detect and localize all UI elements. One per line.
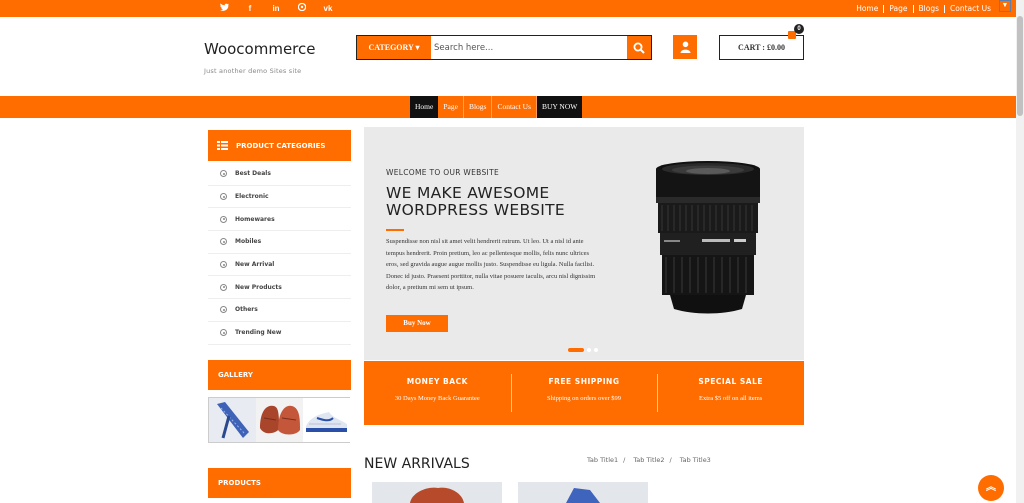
gallery-header: GALLERY bbox=[208, 360, 351, 390]
tab-separator: / bbox=[623, 456, 626, 464]
radio-icon bbox=[220, 238, 227, 246]
pinterest-icon[interactable] bbox=[296, 2, 308, 14]
category-item-homewares[interactable]: Homewares bbox=[208, 208, 351, 232]
feature-subtitle: 30 Days Money Back Guarantee bbox=[394, 395, 480, 402]
radio-icon bbox=[220, 306, 227, 314]
scrollbar-thumb[interactable] bbox=[1017, 16, 1023, 116]
account-button[interactable] bbox=[673, 35, 697, 59]
user-icon bbox=[680, 41, 690, 53]
feature-title: FREE SHIPPING bbox=[548, 377, 620, 386]
toplink-blogs[interactable]: Blogs bbox=[914, 4, 946, 13]
feature-money-back: MONEY BACK 30 Days Money Back Guarantee bbox=[364, 361, 511, 425]
search-icon bbox=[633, 42, 645, 54]
gallery-thumbnails bbox=[208, 397, 350, 443]
category-label: Others bbox=[235, 306, 258, 314]
tab-title-1[interactable]: Tab Title1 bbox=[587, 456, 618, 464]
radio-icon bbox=[220, 283, 227, 291]
tab-title-2[interactable]: Tab Title2 bbox=[633, 456, 664, 464]
caret-down-icon: ▾ bbox=[415, 43, 420, 52]
category-item-new-products[interactable]: New Products bbox=[208, 276, 351, 300]
tab-title-3[interactable]: Tab Title3 bbox=[680, 456, 711, 464]
category-label: New Products bbox=[235, 283, 282, 291]
feature-special-sale: SPECIAL SALE Extra $5 off on all items bbox=[657, 361, 804, 425]
headline-divider bbox=[386, 229, 404, 231]
slider-dot[interactable] bbox=[594, 348, 598, 352]
slider-headline: WE MAKE AWESOME WORDPRESS WEBSITE bbox=[386, 184, 565, 219]
gallery-thumb-tie[interactable] bbox=[209, 398, 256, 442]
feature-strip: MONEY BACK 30 Days Money Back Guarantee … bbox=[364, 361, 804, 425]
search-bar: CATEGORY ▾ bbox=[356, 35, 652, 60]
category-item-mobiles[interactable]: Mobiles bbox=[208, 231, 351, 254]
category-label: Trending New bbox=[235, 329, 282, 337]
gallery-thumb-shoe[interactable] bbox=[303, 398, 350, 442]
nav-page[interactable]: Page bbox=[438, 96, 464, 118]
radio-icon bbox=[220, 170, 227, 178]
list-icon bbox=[217, 141, 228, 150]
feature-subtitle: Extra $5 off on all items bbox=[699, 395, 763, 402]
category-label: New Arrival bbox=[235, 261, 275, 269]
feature-title: MONEY BACK bbox=[406, 377, 468, 386]
vk-icon[interactable]: vk bbox=[322, 3, 334, 14]
toplink-page[interactable]: Page bbox=[884, 4, 914, 13]
category-dropdown[interactable]: CATEGORY ▾ bbox=[357, 36, 431, 59]
category-item-others[interactable]: Others bbox=[208, 299, 351, 322]
category-label: CATEGORY bbox=[368, 43, 414, 52]
category-item-new-arrival[interactable]: New Arrival bbox=[208, 254, 351, 277]
feature-subtitle: Shipping on orders over $99 bbox=[546, 395, 622, 402]
arrival-tabs: Tab Title1 / Tab Title2 / Tab Title3 bbox=[587, 456, 716, 464]
category-item-trending-new[interactable]: Trending New bbox=[208, 322, 351, 345]
hero-slider: WELCOME TO OUR WEBSITE WE MAKE AWESOME W… bbox=[364, 127, 804, 360]
new-arrivals-title: NEW ARRIVALS bbox=[364, 456, 470, 472]
slider-text: Suspendisse non nisl sit amet velit hend… bbox=[386, 238, 596, 291]
product-categories-header: PRODUCT CATEGORIES bbox=[208, 130, 351, 161]
tab-separator: / bbox=[669, 456, 672, 464]
category-label: Best Deals bbox=[235, 170, 271, 178]
site-tagline: Just another demo Sites site bbox=[204, 67, 302, 75]
facebook-icon[interactable]: f bbox=[244, 3, 256, 14]
products-header: PRODUCTS bbox=[208, 468, 351, 498]
radio-icon bbox=[220, 329, 227, 337]
slider-dots bbox=[568, 348, 598, 352]
scroll-to-top-button[interactable]: ︽ bbox=[978, 475, 1004, 501]
radio-icon bbox=[220, 193, 227, 201]
feature-free-shipping: FREE SHIPPING Shipping on orders over $9… bbox=[510, 361, 658, 425]
gallery-thumb-gloves[interactable] bbox=[256, 398, 303, 442]
search-button[interactable] bbox=[627, 36, 651, 59]
nav-home[interactable]: Home bbox=[410, 96, 439, 118]
slider-dot[interactable] bbox=[587, 348, 591, 352]
product-thumb-gloves[interactable] bbox=[372, 482, 502, 503]
top-bar: f in vk Home Page Blogs Contact Us bbox=[0, 0, 1016, 17]
camera-lens-image bbox=[656, 161, 760, 314]
product-thumb-tie[interactable] bbox=[518, 482, 648, 503]
category-list: Best Deals Electronic Homewares Mobiles … bbox=[208, 163, 351, 345]
feature-title: SPECIAL SALE bbox=[698, 377, 763, 386]
toplink-contact[interactable]: Contact Us bbox=[945, 4, 996, 13]
buy-now-button[interactable]: Buy Now bbox=[386, 315, 448, 332]
site-title[interactable]: Woocommerce bbox=[204, 40, 316, 58]
main-nav: Home Page Blogs Contact Us BUY NOW bbox=[0, 96, 1016, 118]
top-links: Home Page Blogs Contact Us bbox=[851, 0, 996, 17]
category-label: Mobiles bbox=[235, 238, 262, 246]
search-input[interactable] bbox=[431, 36, 627, 59]
twitter-icon[interactable] bbox=[218, 3, 230, 14]
radio-icon bbox=[220, 215, 227, 223]
radio-icon bbox=[220, 261, 227, 269]
nav-buy-now[interactable]: BUY NOW bbox=[537, 96, 583, 118]
toplink-home[interactable]: Home bbox=[851, 4, 885, 13]
page-scrollbar[interactable] bbox=[1016, 0, 1024, 503]
linkedin-icon[interactable]: in bbox=[270, 3, 282, 14]
nav-contact[interactable]: Contact Us bbox=[492, 96, 537, 118]
chevron-down-icon[interactable]: ▼ bbox=[999, 0, 1011, 12]
nav-blogs[interactable]: Blogs bbox=[464, 96, 493, 118]
category-label: Electronic bbox=[235, 193, 269, 201]
slider-dot-active[interactable] bbox=[568, 348, 584, 352]
category-item-best-deals[interactable]: Best Deals bbox=[208, 163, 351, 186]
cart-count-badge: 0 bbox=[794, 24, 804, 34]
double-chevron-up-icon: ︽ bbox=[986, 482, 996, 493]
slider-welcome: WELCOME TO OUR WEBSITE bbox=[386, 168, 499, 177]
category-item-electronic[interactable]: Electronic bbox=[208, 186, 351, 209]
categories-title: PRODUCT CATEGORIES bbox=[236, 141, 326, 150]
category-label: Homewares bbox=[235, 215, 275, 223]
